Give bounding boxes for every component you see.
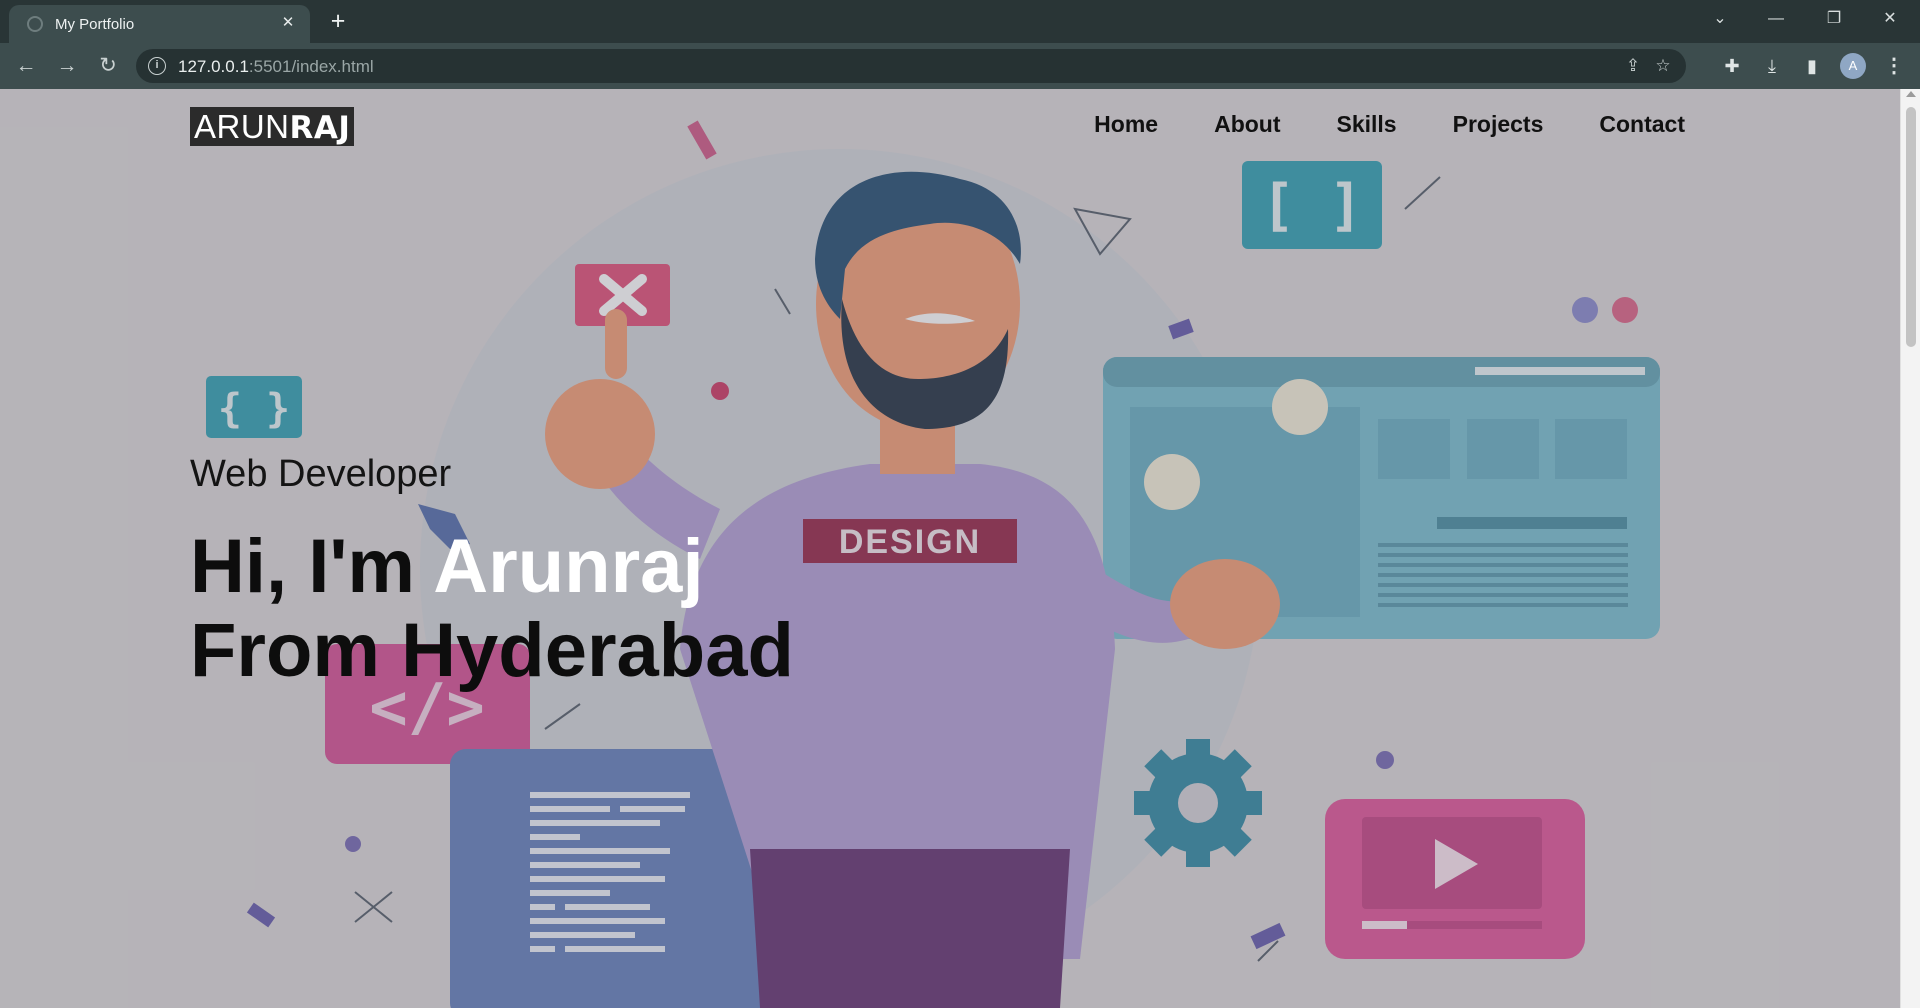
headline-location: From Hyderabad (190, 608, 794, 693)
browser-tab-bar: My Portfolio ✕ + ⌄ — ❐ ✕ (0, 0, 1920, 43)
hero-subtitle: Web Developer (190, 453, 452, 495)
browser-tab[interactable]: My Portfolio ✕ (9, 5, 310, 43)
side-panel-icon[interactable]: ▮ (1798, 52, 1826, 80)
bookmark-star-icon[interactable]: ☆ (1652, 55, 1674, 77)
tab-title: My Portfolio (55, 16, 135, 33)
site-info-icon[interactable]: i (148, 57, 166, 75)
download-icon[interactable]: ⤓ (1758, 52, 1786, 80)
site-logo[interactable]: ARUNRAJ (190, 107, 355, 146)
nav-link-home[interactable]: Home (1094, 111, 1158, 138)
scroll-up-arrow-icon[interactable] (1906, 91, 1916, 97)
share-icon[interactable]: ⇪ (1622, 55, 1644, 77)
globe-icon (27, 16, 43, 32)
browser-toolbar: ← → ↻ i 127.0.0.1:5501/index.html ⇪ ☆ ✚ … (0, 43, 1920, 89)
menu-icon[interactable]: ⋮ (1882, 52, 1906, 80)
forward-icon[interactable]: → (53, 52, 81, 80)
nav-link-skills[interactable]: Skills (1337, 111, 1397, 138)
page-scrollbar[interactable] (1900, 89, 1920, 1008)
address-bar[interactable]: i 127.0.0.1:5501/index.html ⇪ ☆ (136, 49, 1686, 83)
restore-button[interactable]: ❐ (1806, 0, 1862, 40)
headline-prefix: Hi, I'm (190, 524, 434, 609)
headline-name: Arunraj (433, 524, 704, 609)
hero-headline: Hi, I'm Arunraj From Hyderabad (190, 525, 794, 693)
back-icon[interactable]: ← (12, 52, 40, 80)
profile-avatar[interactable]: A (1840, 53, 1866, 79)
nav-link-contact[interactable]: Contact (1599, 111, 1685, 138)
url-text[interactable]: 127.0.0.1:5501/index.html (178, 57, 374, 77)
main-nav: Home About Skills Projects Contact (1094, 111, 1685, 138)
new-tab-button[interactable]: + (324, 8, 352, 36)
close-window-button[interactable]: ✕ (1862, 0, 1918, 40)
tab-search-icon[interactable]: ⌄ (1692, 0, 1748, 40)
reload-icon[interactable]: ↻ (94, 52, 122, 80)
minimize-button[interactable]: — (1748, 0, 1804, 40)
page-viewport: [ ] { } </> DESIGN ARUNRAJ Home About Sk… (0, 89, 1900, 1008)
nav-link-projects[interactable]: Projects (1453, 111, 1544, 138)
scroll-thumb[interactable] (1906, 107, 1916, 347)
close-tab-icon[interactable]: ✕ (278, 13, 298, 33)
nav-link-about[interactable]: About (1214, 111, 1280, 138)
extensions-icon[interactable]: ✚ (1718, 52, 1746, 80)
